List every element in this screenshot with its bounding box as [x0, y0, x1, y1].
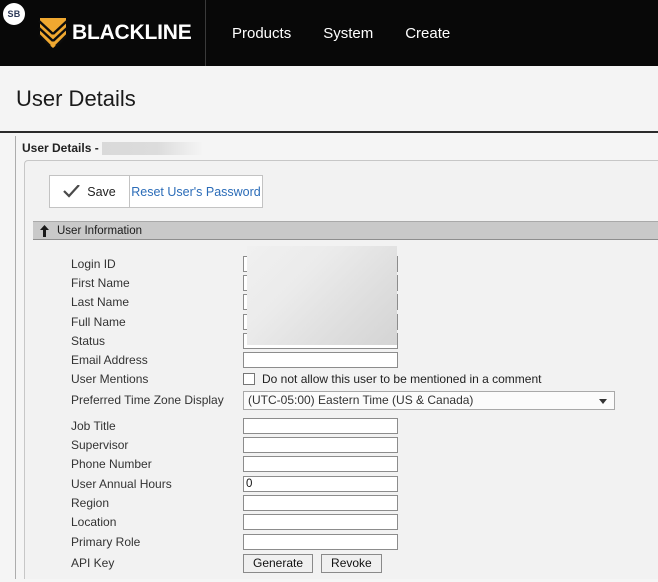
api-key-actions: Generate Revoke	[243, 553, 382, 573]
section-title: User Information	[57, 224, 143, 237]
label-user-mentions: User Mentions	[71, 372, 149, 387]
label-full-name: Full Name	[71, 314, 126, 329]
user-avatar[interactable]: SB	[3, 3, 25, 25]
field-row-status: Status	[25, 331, 658, 350]
input-user-annual-hours[interactable]	[243, 475, 398, 492]
field-row-full-name: Full Name	[25, 312, 658, 331]
nav-link-products[interactable]: Products	[232, 25, 291, 42]
input-job-title[interactable]	[243, 417, 398, 434]
label-primary-role: Primary Role	[71, 534, 141, 549]
user-information-form: Login ID First Name Last Name Full Name …	[25, 240, 658, 576]
field-row-location: Location	[25, 513, 658, 532]
label-status: Status	[71, 333, 106, 348]
field-row-first-name: First Name	[25, 273, 658, 292]
input-primary-role[interactable]	[243, 533, 398, 550]
label-location: Location	[71, 515, 117, 530]
label-supervisor: Supervisor	[71, 438, 129, 453]
input-status[interactable]	[243, 332, 398, 349]
input-region[interactable]	[243, 494, 398, 511]
reset-password-label: Reset User's Password	[131, 184, 261, 199]
checkmark-icon	[63, 185, 81, 198]
save-button[interactable]: Save	[50, 176, 130, 207]
save-button-label: Save	[87, 184, 116, 199]
label-phone-number: Phone Number	[71, 457, 152, 472]
label-region: Region	[71, 495, 110, 510]
generate-api-key-button[interactable]: Generate	[243, 553, 314, 573]
label-email-address: Email Address	[71, 353, 148, 368]
field-row-user-annual-hours: User Annual Hours	[25, 474, 658, 493]
field-row-region: Region	[25, 493, 658, 512]
label-api-key: API Key	[71, 556, 115, 571]
input-full-name[interactable]	[243, 313, 398, 330]
panel-caption: User Details -	[16, 136, 658, 159]
brand-name: BLACKLINE	[72, 21, 192, 44]
field-row-primary-role: Primary Role	[25, 532, 658, 551]
user-details-panel: User Details - Save Reset User's Passwor…	[15, 136, 658, 579]
input-phone-number[interactable]	[243, 456, 398, 473]
checkbox-disallow-mentions-label: Do not allow this user to be mentioned i…	[262, 372, 542, 387]
field-row-job-title: Job Title	[25, 416, 658, 435]
field-row-phone-number: Phone Number	[25, 455, 658, 474]
field-row-user-mentions: User Mentions Do not allow this user to …	[25, 370, 658, 389]
input-login-id[interactable]	[243, 255, 398, 272]
redacted-user-name	[101, 141, 202, 155]
panel-caption-text: User Details -	[22, 141, 99, 155]
reset-password-button[interactable]: Reset User's Password	[130, 176, 262, 207]
input-supervisor[interactable]	[243, 437, 398, 454]
collapse-up-arrow-icon	[40, 224, 49, 237]
top-navigation-bar: SB BLACKLINE Products System Create	[0, 0, 658, 66]
label-preferred-time-zone: Preferred Time Zone Display	[71, 393, 224, 408]
label-last-name: Last Name	[71, 295, 130, 310]
timezone-select-wrap: (UTC-05:00) Eastern Time (US & Canada)	[243, 390, 615, 410]
field-row-api-key: API Key Generate Revoke	[25, 551, 658, 575]
input-last-name[interactable]	[243, 294, 398, 311]
label-login-id: Login ID	[71, 256, 116, 271]
checkbox-disallow-mentions[interactable]	[243, 373, 255, 386]
brand-logo[interactable]: BLACKLINE	[0, 0, 206, 66]
label-user-annual-hours: User Annual Hours	[71, 476, 172, 491]
label-first-name: First Name	[71, 275, 130, 290]
field-row-last-name: Last Name	[25, 293, 658, 312]
page-header: User Details	[0, 66, 658, 133]
revoke-api-key-button[interactable]: Revoke	[321, 553, 382, 573]
blackline-logo-icon	[38, 18, 68, 48]
page-title: User Details	[16, 85, 136, 111]
field-row-timezone: Preferred Time Zone Display (UTC-05:00) …	[25, 389, 658, 411]
panel-inner: Save Reset User's Password User Informat…	[24, 160, 658, 579]
user-information-section-header[interactable]: User Information	[33, 221, 658, 240]
content-area: User Details - Save Reset User's Passwor…	[0, 133, 658, 582]
field-row-supervisor: Supervisor	[25, 435, 658, 454]
label-job-title: Job Title	[71, 418, 116, 433]
nav-link-system[interactable]: System	[323, 25, 373, 42]
avatar-initials: SB	[7, 9, 21, 19]
input-email-address[interactable]	[243, 352, 398, 369]
user-mentions-checkbox-group: Do not allow this user to be mentioned i…	[243, 372, 541, 386]
form-toolbar: Save Reset User's Password	[49, 175, 263, 208]
field-row-login-id: Login ID	[25, 254, 658, 273]
select-preferred-time-zone[interactable]: (UTC-05:00) Eastern Time (US & Canada)	[243, 390, 615, 410]
input-location[interactable]	[243, 514, 398, 531]
primary-nav: Products System Create	[206, 0, 450, 66]
field-row-email-address: Email Address	[25, 350, 658, 369]
nav-link-create[interactable]: Create	[405, 25, 450, 42]
input-first-name[interactable]	[243, 274, 398, 291]
